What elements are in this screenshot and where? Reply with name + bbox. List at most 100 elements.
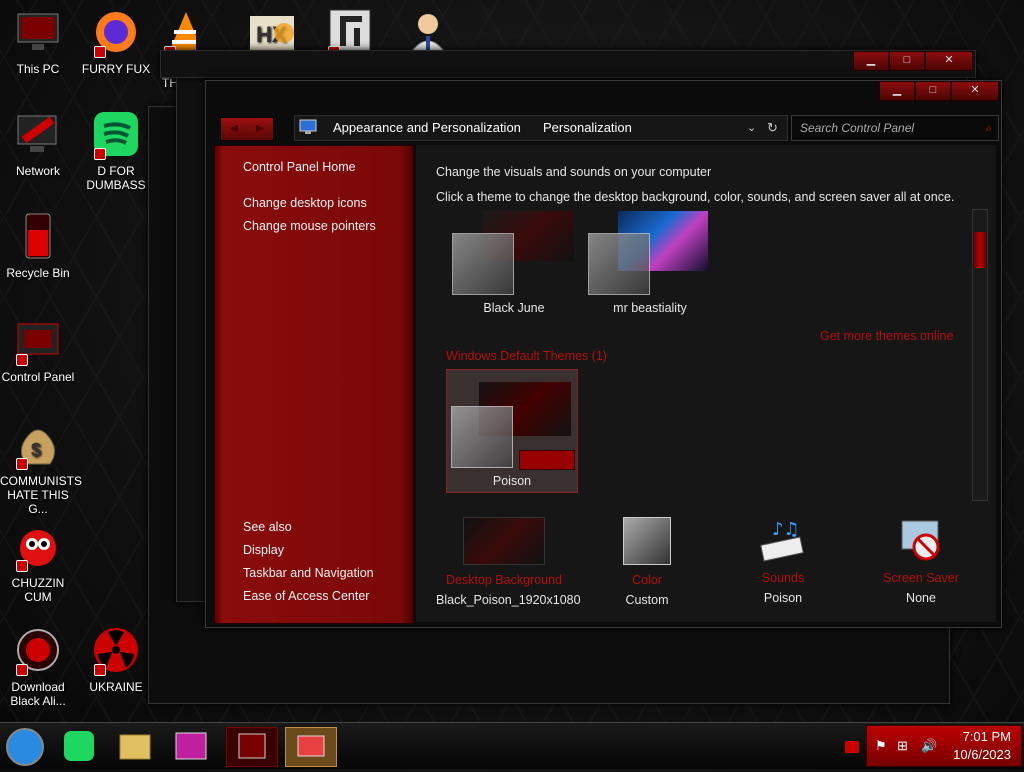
show-hidden-icons-button[interactable] (845, 741, 859, 753)
taskbar-media[interactable] (170, 727, 220, 765)
ease-of-access-link[interactable]: Ease of Access Center (243, 589, 369, 603)
get-more-themes-link[interactable]: Get more themes online (820, 329, 953, 343)
background-window-1: ▁ □ ✕ (160, 50, 976, 78)
taskbar-navigation-link[interactable]: Taskbar and Navigation (243, 566, 374, 580)
clock[interactable]: 7:01 PM 10/6/2023 (953, 728, 1011, 764)
page-subheading: Click a theme to change the desktop back… (436, 190, 955, 204)
download-icon (14, 626, 62, 676)
monitor-icon (14, 8, 62, 56)
desktop-icon-this-pc[interactable]: This PC (0, 8, 76, 76)
left-pane: Control Panel Home Change desktop icons … (214, 145, 414, 624)
breadcrumb-personalization[interactable]: Personalization (543, 116, 632, 140)
theme-black-june[interactable]: Black June (452, 211, 576, 315)
flag-icon[interactable]: ⚑ (875, 738, 887, 754)
svg-text:$: $ (31, 440, 41, 460)
maximize-button[interactable]: □ (915, 81, 951, 101)
scrollbar-thumb[interactable] (974, 232, 986, 268)
desktop-icon-label: CHUZZIN CUM (11, 576, 65, 604)
maximize-button[interactable]: □ (889, 51, 925, 71)
network-icon (14, 110, 62, 158)
desktop-icon-recycle-bin[interactable]: Recycle Bin (0, 212, 76, 280)
search-icon[interactable]: ⌕ (985, 116, 992, 140)
sounds-setting[interactable]: ♪♫ Sounds Poison (728, 517, 838, 607)
content-pane: Change the visuals and sounds on your co… (416, 145, 996, 622)
address-bar[interactable]: Appearance and Personalization Personali… (294, 115, 788, 141)
desktop-icon-chuzzin-cum[interactable]: CHUZZIN CUM (0, 522, 76, 604)
control-panel-home-link[interactable]: Control Panel Home (243, 160, 356, 174)
desktop-background-setting[interactable]: Desktop Background Black_Poison_1920x108… (436, 517, 581, 607)
sounds-icon: ♪♫ (758, 517, 808, 563)
hxd-icon: HX (248, 8, 296, 56)
taskbar-spotify[interactable] (58, 727, 108, 765)
taskbar-file-explorer[interactable] (114, 727, 164, 765)
forward-button[interactable]: ▶ (247, 118, 273, 140)
change-desktop-icons-link[interactable]: Change desktop icons (243, 196, 367, 210)
window-controls: ▁ □ ✕ (853, 51, 973, 71)
desktop-icon-furry-fux[interactable]: FURRY FUX (78, 8, 154, 76)
theme-color-preview (588, 233, 650, 295)
theme-list-scrollbar[interactable] (972, 209, 988, 501)
volume-icon[interactable]: 🔊 (921, 738, 937, 754)
theme-name: mr beastiality (613, 301, 687, 315)
control-panel-icon (299, 119, 317, 143)
setting-title: Sounds (761, 571, 805, 585)
screen-saver-icon (896, 517, 946, 563)
taskbar-personalization[interactable] (285, 727, 337, 767)
display-link[interactable]: Display (243, 543, 284, 557)
taskbar-control-panel[interactable] (226, 727, 278, 767)
close-button[interactable]: ✕ (925, 51, 973, 71)
desktop-icon-label: Download Black Ali... (10, 680, 66, 708)
start-button[interactable] (4, 727, 46, 766)
money-bag-icon: $ (14, 420, 62, 470)
theme-poison[interactable]: Poison (446, 369, 578, 493)
desktop-icon-ukraine[interactable]: UKRAINE (78, 626, 154, 694)
setting-value: None (906, 591, 936, 605)
control-panel-icon (14, 316, 62, 366)
back-button[interactable]: ◀ (221, 118, 247, 140)
theme-color-preview (451, 406, 513, 468)
setting-value: Black_Poison_1920x1080 (436, 593, 581, 607)
app-icon (326, 8, 374, 58)
screen-saver-setting[interactable]: Screen Saver None (866, 517, 976, 607)
chuzzle-icon (14, 522, 62, 572)
desktop-icon-label: This PC (16, 62, 60, 76)
desktop-icon-communists[interactable]: $ COMMUNISTS HATE THIS G... (0, 420, 82, 516)
radiation-icon (92, 626, 140, 676)
clock-date: 10/6/2023 (953, 747, 1011, 762)
desktop-icon-control-panel[interactable]: Control Panel (0, 316, 76, 384)
user-icon (404, 8, 452, 56)
change-mouse-pointers-link[interactable]: Change mouse pointers (243, 219, 376, 233)
desktop-icon-download-black-alien[interactable]: Download Black Ali... (0, 626, 76, 708)
breadcrumb-appearance[interactable]: Appearance and Personalization (333, 116, 521, 140)
desktop-icon-label: Recycle Bin (6, 266, 70, 280)
theme-name: Black June (483, 301, 545, 315)
theme-mr-beastiality[interactable]: mr beastiality (588, 211, 712, 315)
setting-value: Poison (763, 591, 803, 605)
color-setting[interactable]: Color Custom (592, 517, 702, 607)
search-placeholder: Search Control Panel (800, 121, 915, 135)
close-button[interactable]: ✕ (951, 81, 999, 101)
refresh-icon[interactable]: ↻ (767, 116, 778, 140)
theme-logo-preview (519, 450, 575, 470)
window-controls: ▁ □ ✕ (879, 81, 999, 101)
spotify-icon (92, 110, 140, 160)
setting-title: Screen Saver (883, 571, 959, 585)
theme-color-preview (452, 233, 514, 295)
setting-title: Color (632, 573, 662, 587)
system-tray: ⚑ ⊞ 🔊 7:01 PM 10/6/2023 (866, 725, 1022, 767)
vlc-icon (162, 8, 196, 58)
setting-title: Desktop Background (445, 573, 563, 587)
desktop-icon-label: FURRY FUX (81, 62, 151, 76)
desktop-icon-d-for-dumbass[interactable]: D FOR DUMBASS (78, 110, 154, 192)
firefox-icon (92, 8, 140, 58)
desktop-icon-label: D FOR DUMBASS (86, 164, 146, 192)
minimize-button[interactable]: ▁ (879, 81, 915, 101)
desktop-icon-label: Network (15, 164, 60, 178)
search-input[interactable]: Search Control Panel ⌕ (791, 115, 999, 141)
see-also-heading: See also (243, 520, 292, 534)
color-icon (623, 517, 671, 565)
network-tray-icon[interactable]: ⊞ (897, 738, 908, 754)
chevron-down-icon[interactable]: ⌄ (747, 116, 756, 140)
minimize-button[interactable]: ▁ (853, 51, 889, 71)
desktop-icon-network[interactable]: Network (0, 110, 76, 178)
